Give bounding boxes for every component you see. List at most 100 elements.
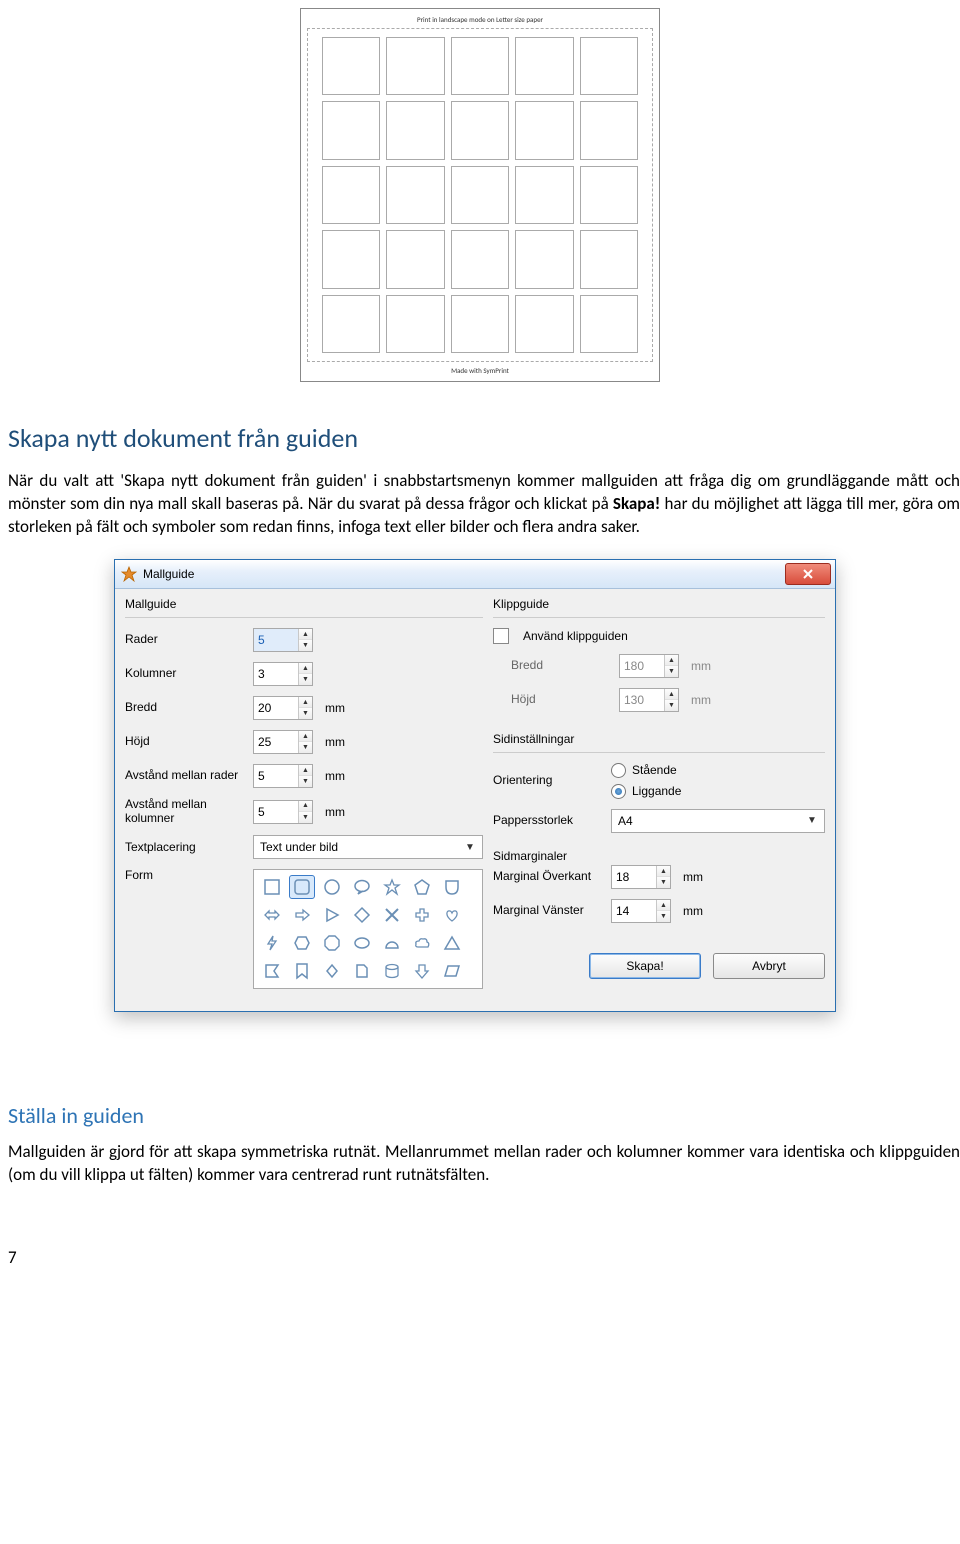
shape-arrow-down-icon[interactable]: [409, 959, 435, 983]
heading-create-doc: Skapa nytt dokument från guiden: [0, 422, 960, 454]
shape-half-circle-icon[interactable]: [379, 931, 405, 955]
colgap-stepper[interactable]: ▲▼: [253, 800, 313, 824]
preview-footer: Made with SymPrint: [307, 366, 653, 375]
shape-bookmark-icon[interactable]: [289, 959, 315, 983]
spin-down-icon[interactable]: ▼: [299, 742, 312, 753]
close-button[interactable]: [785, 563, 831, 585]
print-preview: Print in landscape mode on Letter size p…: [300, 8, 660, 382]
cancel-button[interactable]: Avbryt: [713, 953, 825, 979]
shape-triangle-right-icon[interactable]: [319, 903, 345, 927]
colgap-input[interactable]: [254, 801, 298, 823]
spin-down-icon[interactable]: ▼: [665, 700, 678, 711]
shape-rounded-square-icon[interactable]: [289, 875, 315, 899]
shape-parallelogram-icon[interactable]: [439, 959, 465, 983]
use-cutguide-checkbox[interactable]: [493, 628, 509, 644]
titlebar: Mallguide: [115, 560, 835, 589]
shape-square-icon[interactable]: [259, 875, 285, 899]
shape-double-arrow-h-icon[interactable]: [259, 903, 285, 927]
shape-diamond2-icon[interactable]: [319, 959, 345, 983]
shape-arrow-right-icon[interactable]: [289, 903, 315, 927]
shape-picker[interactable]: [253, 869, 483, 989]
spin-up-icon[interactable]: ▲: [299, 765, 312, 777]
rowgap-stepper[interactable]: ▲▼: [253, 764, 313, 788]
spin-up-icon[interactable]: ▲: [299, 663, 312, 675]
label-rowgap: Avstånd mellan rader: [125, 769, 245, 783]
shape-cloud-icon[interactable]: [409, 931, 435, 955]
cols-input[interactable]: [254, 663, 298, 685]
left-panel: Mallguide Rader ▲▼ Kolumner ▲▼: [125, 597, 483, 1000]
para-create-doc: När du valt att 'Skapa nytt dokument frå…: [0, 470, 960, 539]
shape-speech-bubble-icon[interactable]: [349, 875, 375, 899]
cols-stepper[interactable]: ▲▼: [253, 662, 313, 686]
spin-down-icon[interactable]: ▼: [299, 674, 312, 685]
spin-up-icon[interactable]: ▲: [299, 629, 312, 641]
shape-triangle-up-icon[interactable]: [439, 931, 465, 955]
shape-shield-icon[interactable]: [439, 875, 465, 899]
label-use-cutguide: Använd klippguiden: [523, 629, 628, 643]
group-margins: Sidmarginaler: [493, 849, 825, 863]
spin-up-icon[interactable]: ▲: [665, 655, 678, 667]
width-input[interactable]: [254, 697, 298, 719]
chevron-down-icon: ▼: [462, 842, 478, 853]
preview-header: Print in landscape mode on Letter size p…: [307, 15, 653, 24]
shape-bolt-icon[interactable]: [259, 931, 285, 955]
radio-landscape[interactable]: Liggande: [611, 784, 681, 799]
rowgap-input[interactable]: [254, 765, 298, 787]
spin-down-icon[interactable]: ▼: [665, 666, 678, 677]
label-paper: Pappersstorlek: [493, 814, 603, 828]
margin-left-input[interactable]: [612, 900, 656, 922]
label-colgap: Avstånd mellan kolumner: [125, 798, 245, 826]
preview-grid: [322, 37, 638, 353]
label-cols: Kolumner: [125, 667, 245, 681]
spin-down-icon[interactable]: ▼: [299, 708, 312, 719]
spin-down-icon[interactable]: ▼: [299, 776, 312, 787]
height-stepper[interactable]: ▲▼: [253, 730, 313, 754]
paper-dropdown[interactable]: A4 ▼: [611, 809, 825, 833]
create-button[interactable]: Skapa!: [589, 953, 701, 979]
shape-plus-icon[interactable]: [409, 903, 435, 927]
shape-pentagon-icon[interactable]: [409, 875, 435, 899]
height-input[interactable]: [254, 731, 298, 753]
shape-hexagon-icon[interactable]: [289, 931, 315, 955]
shape-star-icon[interactable]: [379, 875, 405, 899]
cut-width-input[interactable]: [620, 655, 664, 677]
radio-portrait[interactable]: Stående: [611, 763, 681, 778]
rows-input[interactable]: [254, 629, 298, 651]
heading-setup-guide: Ställa in guiden: [0, 1102, 960, 1129]
margin-top-stepper[interactable]: ▲▼: [611, 865, 671, 889]
spin-down-icon[interactable]: ▼: [299, 640, 312, 651]
label-height: Höjd: [125, 735, 245, 749]
spin-down-icon[interactable]: ▼: [657, 911, 670, 922]
label-form: Form: [125, 869, 245, 883]
label-cut-height: Höjd: [493, 693, 611, 707]
shape-octagon-icon[interactable]: [319, 931, 345, 955]
cut-height-stepper[interactable]: ▲▼: [619, 688, 679, 712]
shape-heart-icon[interactable]: [439, 903, 465, 927]
spin-up-icon[interactable]: ▲: [657, 866, 670, 878]
spin-up-icon[interactable]: ▲: [299, 801, 312, 813]
textpos-dropdown[interactable]: Text under bild ▼: [253, 835, 483, 859]
shape-document-icon[interactable]: [349, 959, 375, 983]
page-number: 7: [0, 1207, 960, 1268]
margin-top-input[interactable]: [612, 866, 656, 888]
cut-width-stepper[interactable]: ▲▼: [619, 654, 679, 678]
spin-up-icon[interactable]: ▲: [665, 689, 678, 701]
spin-down-icon[interactable]: ▼: [657, 877, 670, 888]
spin-up-icon[interactable]: ▲: [299, 731, 312, 743]
shape-x-icon[interactable]: [379, 903, 405, 927]
shape-circle-icon[interactable]: [319, 875, 345, 899]
rows-stepper[interactable]: ▲▼: [253, 628, 313, 652]
shape-cylinder-icon[interactable]: [379, 959, 405, 983]
group-mallguide: Mallguide: [125, 597, 483, 611]
cut-height-input[interactable]: [620, 689, 664, 711]
shape-flag-icon[interactable]: [259, 959, 285, 983]
spin-down-icon[interactable]: ▼: [299, 812, 312, 823]
para-setup-guide: Mallguiden är gjord för att skapa symmet…: [0, 1141, 960, 1187]
width-stepper[interactable]: ▲▼: [253, 696, 313, 720]
margin-left-stepper[interactable]: ▲▼: [611, 899, 671, 923]
spin-up-icon[interactable]: ▲: [299, 697, 312, 709]
shape-ellipse-icon[interactable]: [349, 931, 375, 955]
spin-up-icon[interactable]: ▲: [657, 900, 670, 912]
right-panel: Klippguide Använd klippguiden Bredd ▲▼ m…: [493, 597, 825, 1000]
shape-diamond-icon[interactable]: [349, 903, 375, 927]
